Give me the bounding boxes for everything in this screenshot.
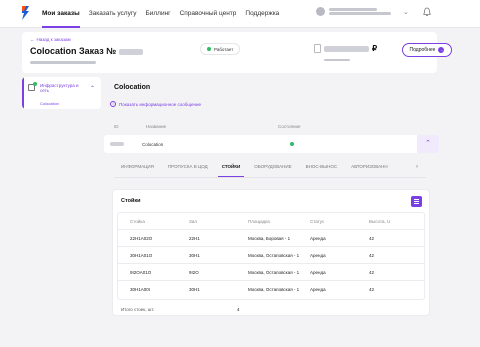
col-site: Площадка — [248, 219, 270, 224]
status-cell: Аренда — [310, 287, 326, 292]
status-dot-icon — [207, 47, 211, 51]
ruble-icon: ₽ — [372, 44, 378, 53]
hall-cell: 22H1 — [189, 236, 200, 241]
tab-equipment[interactable]: ОБОРУДОВАНИЕ — [247, 160, 298, 177]
col-rack: Стойка — [130, 219, 145, 224]
service-id-blurred — [110, 142, 124, 146]
hall-cell: 9I2O — [189, 270, 199, 275]
site-cell: Москва, Остаповская - 1 — [248, 287, 300, 292]
price-subtext-blurred — [324, 58, 350, 62]
status-dot-icon — [290, 142, 294, 146]
status-cell: Аренда — [310, 236, 326, 241]
nav-billing[interactable]: Биллинг — [145, 0, 170, 28]
info-icon: ! — [110, 101, 116, 107]
site-cell: Москва, Боровая - 1 — [248, 236, 291, 241]
chevron-right-icon[interactable]: › — [416, 164, 418, 170]
tab-racks[interactable]: СТОЙКИ — [215, 160, 248, 177]
status-label: Работает — [214, 46, 234, 52]
order-header-card: ← Назад к заказам Colocation Заказ № Раб… — [22, 32, 452, 73]
height-cell: 42 — [369, 287, 375, 292]
bell-icon[interactable] — [423, 7, 431, 17]
main-nav: Мои заказы Заказать услугу Биллинг Справ… — [42, 0, 279, 28]
table-row[interactable]: 9I2OA01O 9I2O Москва, Остаповская - 1 Ар… — [118, 263, 424, 280]
tab-information[interactable]: ИНФОРМАЦИЯ — [114, 160, 161, 177]
height-cell: 42 — [369, 270, 375, 275]
hall-cell: 30H1 — [189, 287, 200, 292]
table-row[interactable]: 30H1A01O 30H1 Москва, Остаповская - 1 Ар… — [118, 246, 424, 263]
document-icon — [314, 44, 321, 53]
col-name: Название — [146, 124, 167, 129]
col-status: Статус — [310, 219, 325, 224]
back-to-orders-link[interactable]: ← Назад к заказам — [30, 37, 71, 42]
chevron-up-icon[interactable]: ⌃ — [417, 135, 439, 153]
top-bar: Мои заказы Заказать услугу Биллинг Справ… — [0, 0, 480, 28]
table-row[interactable]: 30H1A00I 30H1 Москва, Остаповская - 1 Ар… — [118, 280, 424, 297]
racks-total-value: 4 — [237, 307, 240, 312]
site-cell: Москва, Остаповская - 1 — [248, 253, 300, 258]
rack-cell: 22H1A02O — [130, 236, 153, 241]
avatar — [316, 7, 325, 16]
back-link-label: Назад к заказам — [36, 37, 71, 42]
logo-icon[interactable] — [21, 5, 31, 21]
tab-authorized[interactable]: АВТОРИЗОВАНН — [344, 160, 395, 177]
nav-order-service[interactable]: Заказать услугу — [89, 0, 137, 28]
sidebar-item-colocation[interactable]: Colocation — [40, 101, 59, 106]
info-link-label: Показать информационное сообщение — [119, 101, 202, 107]
hall-cell: 30H1 — [189, 253, 200, 258]
price-value-blurred — [324, 45, 369, 52]
status-cell: Аренда — [310, 253, 326, 258]
active-indicator — [22, 77, 24, 109]
order-title: Colocation Заказ № — [30, 46, 144, 56]
nav-help-center[interactable]: Справочный центр — [180, 0, 237, 28]
rack-cell: 9I2OA01O — [130, 270, 152, 275]
more-details-button[interactable]: Подробнее → — [402, 43, 452, 57]
chevron-down-icon[interactable]: ⌄ — [403, 8, 409, 16]
show-info-message-link[interactable]: ! Показать информационное сообщение — [110, 101, 201, 107]
sidebar-item-infrastructure[interactable]: Инфраструктура и сеть ⌃ Colocation — [22, 77, 101, 109]
racks-table-header: Стойка Зал Площадка Статус Высота, U — [118, 213, 424, 229]
racks-card: Стойки Стойка Зал Площадка Статус Высота… — [112, 189, 430, 316]
table-row[interactable]: 22H1A02O 22H1 Москва, Боровая - 1 Аренда… — [118, 229, 424, 246]
chevron-up-icon[interactable]: ⌃ — [90, 85, 95, 92]
rack-cell: 30H1A01O — [130, 253, 153, 258]
racks-title: Стойки — [121, 198, 141, 204]
site-cell: Москва, Остаповская - 1 — [248, 270, 300, 275]
status-badge: Работает — [200, 43, 241, 55]
user-menu[interactable]: ⌄ — [316, 7, 409, 16]
service-name: Colocation — [142, 142, 164, 147]
service-tabs: ИНФОРМАЦИЯ ПРОПУСКА В ЦОД СТОЙКИ ОБОРУДО… — [114, 160, 426, 178]
col-height: Высота, U — [369, 219, 391, 224]
rack-cell: 30H1A00I — [130, 287, 151, 292]
order-title-text: Colocation Заказ № — [30, 46, 117, 56]
order-number-blurred — [119, 48, 144, 55]
tab-in-out[interactable]: ВНОС-ВЫНОС — [299, 160, 345, 177]
price-block: ₽ — [314, 44, 377, 53]
service-table-header: ID Название Состояние — [104, 120, 439, 132]
service-title: Colocation — [114, 84, 151, 91]
status-dot-icon — [33, 82, 37, 86]
col-state: Состояние — [278, 124, 301, 129]
more-details-label: Подробнее — [409, 47, 436, 53]
status-cell: Аренда — [310, 270, 326, 275]
col-hall: Зал — [189, 219, 197, 224]
arrow-right-icon: → — [438, 47, 445, 53]
arrow-left-icon: ← — [30, 37, 35, 42]
racks-total-label: Итого стоек, шт. — [121, 307, 155, 312]
user-name-blurred — [329, 7, 391, 16]
order-date-blurred — [30, 60, 96, 65]
service-row[interactable]: Colocation ⌃ — [104, 135, 439, 153]
settings-icon[interactable] — [411, 196, 422, 207]
tab-dc-passes[interactable]: ПРОПУСКА В ЦОД — [161, 160, 215, 177]
height-cell: 42 — [369, 236, 375, 241]
sidebar-section-title: Инфраструктура и сеть — [40, 83, 79, 93]
nav-support[interactable]: Поддержка — [245, 0, 279, 28]
racks-table: Стойка Зал Площадка Статус Высота, U 22H… — [117, 212, 425, 300]
height-cell: 42 — [369, 253, 375, 258]
nav-my-orders[interactable]: Мои заказы — [42, 0, 80, 28]
col-id: ID — [114, 124, 119, 129]
